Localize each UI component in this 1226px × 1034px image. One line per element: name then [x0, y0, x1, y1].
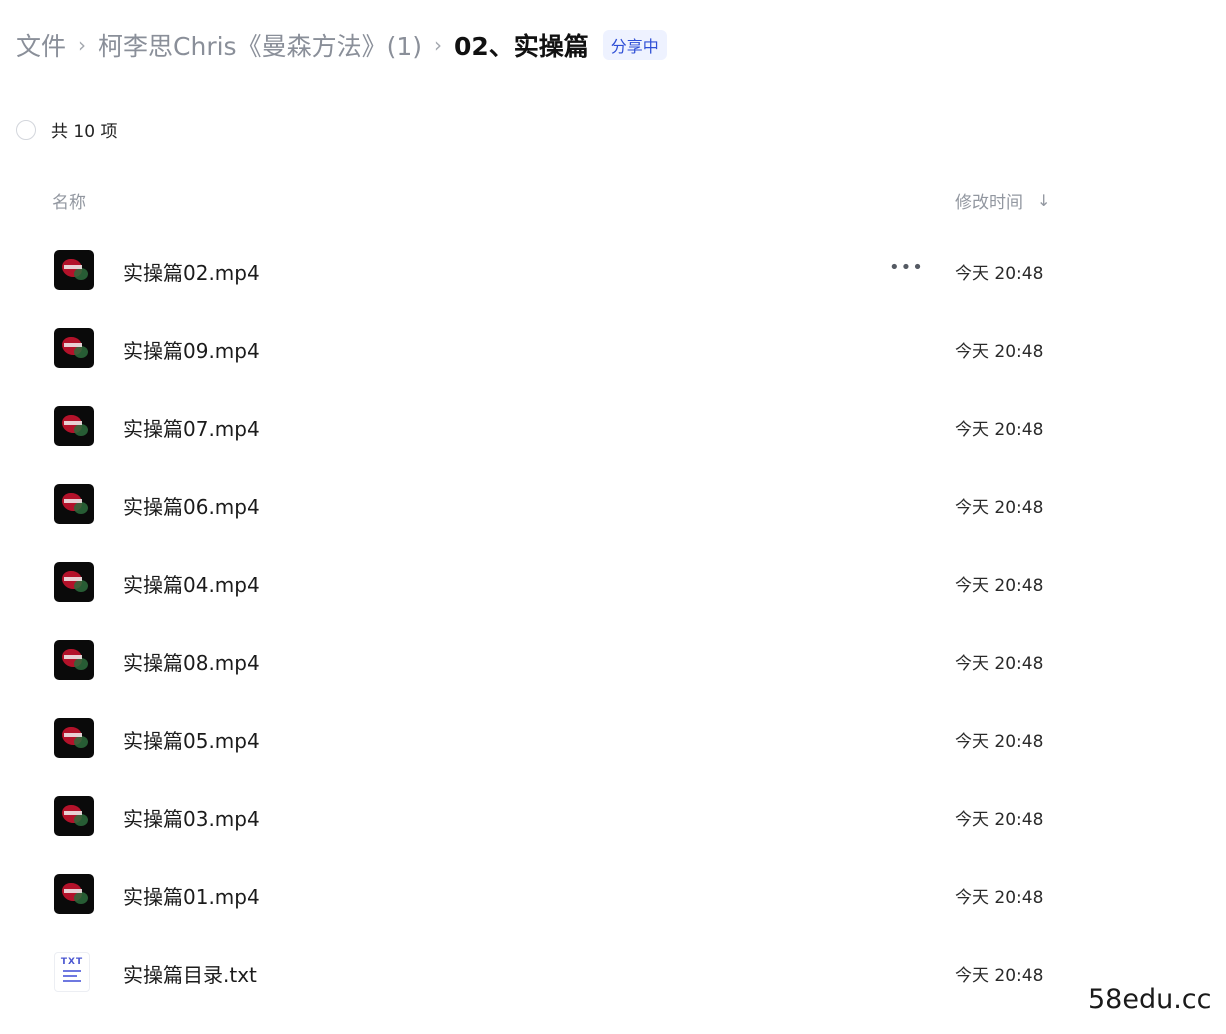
- column-header-modified-label: 修改时间: [955, 193, 1023, 213]
- txt-icon-line: [63, 980, 81, 982]
- thumbnail-art: [74, 658, 88, 670]
- file-modified-time: 今天 20:48: [955, 888, 1044, 908]
- file-row[interactable]: 实操篇09.mp4 今天 20:48: [0, 309, 1226, 387]
- video-thumbnail[interactable]: [54, 484, 94, 524]
- file-name[interactable]: 实操篇02.mp4: [123, 257, 260, 286]
- file-row[interactable]: 实操篇02.mp4 ••• 今天 20:48: [0, 231, 1226, 309]
- file-modified-time: 今天 20:48: [955, 732, 1044, 752]
- file-name[interactable]: 实操篇07.mp4: [123, 413, 260, 442]
- select-all-row: 共 10 项: [16, 117, 117, 142]
- thumbnail-art: [74, 892, 88, 904]
- file-name[interactable]: 实操篇05.mp4: [123, 725, 260, 754]
- thumbnail-art: [74, 736, 88, 748]
- breadcrumb-parent-folder[interactable]: 柯李思Chris《曼森方法》(1): [98, 27, 422, 63]
- video-thumbnail[interactable]: [54, 562, 94, 602]
- thumbnail-art: [74, 502, 88, 514]
- file-modified-time: 今天 20:48: [955, 342, 1044, 362]
- file-name[interactable]: 实操篇09.mp4: [123, 335, 260, 364]
- file-modified-time: 今天 20:48: [955, 654, 1044, 674]
- thumbnail-art: [64, 265, 82, 269]
- txt-icon-label: TXT: [60, 957, 84, 967]
- file-name[interactable]: 实操篇03.mp4: [123, 803, 260, 832]
- file-name[interactable]: 实操篇08.mp4: [123, 647, 260, 676]
- file-row[interactable]: 实操篇08.mp4 今天 20:48: [0, 621, 1226, 699]
- chevron-right-icon: ›: [433, 33, 442, 57]
- file-modified-time: 今天 20:48: [955, 420, 1044, 440]
- video-thumbnail[interactable]: [54, 328, 94, 368]
- thumbnail-art: [64, 577, 82, 581]
- thumbnail-art: [74, 268, 88, 280]
- file-modified-time: 今天 20:48: [955, 498, 1044, 518]
- file-row[interactable]: 实操篇03.mp4 今天 20:48: [0, 777, 1226, 855]
- chevron-right-icon: ›: [78, 33, 87, 57]
- txt-file-icon: TXT: [54, 952, 90, 992]
- video-thumbnail[interactable]: [54, 874, 94, 914]
- txt-icon-line: [63, 975, 77, 977]
- breadcrumb: 文件 › 柯李思Chris《曼森方法》(1) › 02、实操篇 分享中: [16, 24, 667, 66]
- thumbnail-art: [64, 421, 82, 425]
- file-list: 实操篇02.mp4 ••• 今天 20:48 实操篇09.mp4 今天 20:48 实操篇…: [0, 231, 1226, 1011]
- thumbnail-art: [74, 424, 88, 436]
- video-thumbnail[interactable]: [54, 718, 94, 758]
- video-thumbnail[interactable]: [54, 796, 94, 836]
- thumbnail-art: [64, 655, 82, 659]
- file-modified-time: 今天 20:48: [955, 576, 1044, 596]
- column-header-modified[interactable]: 修改时间 ↓: [955, 188, 1050, 213]
- select-all-checkbox[interactable]: [16, 119, 36, 140]
- breadcrumb-current-folder: 02、实操篇: [453, 32, 589, 61]
- thumbnail-art: [64, 889, 82, 893]
- thumbnail-art: [64, 499, 82, 503]
- file-name[interactable]: 实操篇目录.txt: [123, 959, 257, 988]
- file-row[interactable]: 实操篇06.mp4 今天 20:48: [0, 465, 1226, 543]
- thumbnail-art: [64, 343, 82, 347]
- file-name[interactable]: 实操篇01.mp4: [123, 881, 260, 910]
- column-header-name[interactable]: 名称: [52, 188, 86, 213]
- file-row[interactable]: TXT 实操篇目录.txt 今天 20:48: [0, 933, 1226, 1011]
- video-thumbnail[interactable]: [54, 640, 94, 680]
- thumbnail-art: [74, 346, 88, 358]
- item-count: 共 10 项: [51, 122, 118, 142]
- share-status-badge[interactable]: 分享中: [602, 30, 667, 60]
- thumbnail-art: [64, 811, 82, 815]
- video-thumbnail[interactable]: [54, 250, 94, 290]
- file-row[interactable]: 实操篇04.mp4 今天 20:48: [0, 543, 1226, 621]
- file-row[interactable]: 实操篇05.mp4 今天 20:48: [0, 699, 1226, 777]
- thumbnail-art: [64, 733, 82, 737]
- arrow-down-icon[interactable]: ↓: [1037, 191, 1050, 210]
- thumbnail-art: [74, 814, 88, 826]
- file-row[interactable]: 实操篇07.mp4 今天 20:48: [0, 387, 1226, 465]
- file-name[interactable]: 实操篇04.mp4: [123, 569, 260, 598]
- file-row[interactable]: 实操篇01.mp4 今天 20:48: [0, 855, 1226, 933]
- file-modified-time: 今天 20:48: [955, 810, 1044, 830]
- file-modified-time: 今天 20:48: [955, 264, 1044, 284]
- txt-icon-line: [63, 970, 81, 972]
- watermark: 58edu.cc: [1088, 984, 1212, 1015]
- file-modified-time: 今天 20:48: [955, 966, 1044, 986]
- file-name[interactable]: 实操篇06.mp4: [123, 491, 260, 520]
- thumbnail-art: [74, 580, 88, 592]
- breadcrumb-root[interactable]: 文件: [16, 27, 66, 63]
- video-thumbnail[interactable]: [54, 406, 94, 446]
- more-horizontal-icon[interactable]: •••: [889, 257, 924, 278]
